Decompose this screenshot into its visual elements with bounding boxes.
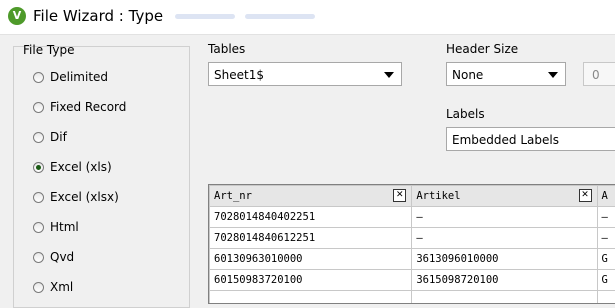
table-cell: – bbox=[597, 228, 615, 249]
table-row: 7028014840402251 – – bbox=[210, 207, 615, 228]
column-header[interactable]: Artikel ✕ bbox=[412, 186, 597, 207]
header-size-number-input[interactable]: 0 bbox=[583, 62, 615, 86]
radio-circle-icon bbox=[33, 102, 44, 113]
radio-circle-icon bbox=[33, 282, 44, 293]
chevron-down-icon bbox=[384, 72, 394, 78]
tables-value: Sheet1$ bbox=[214, 68, 264, 82]
close-icon[interactable]: ✕ bbox=[579, 189, 592, 202]
table-cell: 3615098720100 bbox=[412, 270, 597, 291]
table-cell: 3613096010000 bbox=[412, 249, 597, 270]
radio-circle-icon bbox=[33, 132, 44, 143]
column-header-label: A bbox=[602, 190, 608, 202]
table-cell: G bbox=[597, 249, 615, 270]
radio-label: Excel (xls) bbox=[50, 160, 112, 174]
blurred-tab bbox=[175, 14, 235, 19]
blurred-tab bbox=[245, 14, 315, 19]
table-cell: – bbox=[412, 207, 597, 228]
tables-dropdown[interactable]: Sheet1$ bbox=[208, 62, 402, 86]
radio-label: Dif bbox=[50, 130, 67, 144]
labels-value: Embedded Labels bbox=[452, 133, 559, 147]
chevron-down-icon bbox=[548, 72, 558, 78]
table-cell: 7028014840402251 bbox=[210, 207, 412, 228]
header-size-dropdown[interactable]: None bbox=[446, 62, 566, 86]
labels-dropdown[interactable]: Embedded Labels bbox=[446, 127, 615, 151]
radio-fixed-record[interactable]: Fixed Record bbox=[33, 96, 126, 118]
table-row: 60150983720100 3615098720100 G bbox=[210, 270, 615, 291]
column-header[interactable]: A bbox=[597, 186, 615, 207]
table-cell: 7028014840612251 bbox=[210, 228, 412, 249]
table-cell: – bbox=[597, 207, 615, 228]
file-type-label: File Type bbox=[23, 43, 74, 57]
header-size-value: None bbox=[452, 68, 483, 82]
radio-excel-xls[interactable]: Excel (xls) bbox=[33, 156, 112, 178]
radio-circle-icon bbox=[33, 192, 44, 203]
radio-excel-xlsx[interactable]: Excel (xlsx) bbox=[33, 186, 119, 208]
table-row: 7028014840612251 – – bbox=[210, 228, 615, 249]
column-header-label: Artikel bbox=[416, 190, 460, 202]
radio-qvd[interactable]: Qvd bbox=[33, 246, 74, 268]
radio-label: Qvd bbox=[50, 250, 74, 264]
table-cell bbox=[412, 291, 597, 305]
header-size-number: 0 bbox=[592, 68, 600, 82]
radio-circle-icon bbox=[33, 222, 44, 233]
radio-delimited[interactable]: Delimited bbox=[33, 66, 108, 88]
radio-label: Delimited bbox=[50, 70, 108, 84]
window-title: File Wizard : Type bbox=[33, 7, 163, 25]
column-header-label: Art_nr bbox=[214, 190, 252, 202]
radio-label: Excel (xlsx) bbox=[50, 190, 119, 204]
radio-xml[interactable]: Xml bbox=[33, 276, 73, 298]
table-header-row: Art_nr ✕ Artikel ✕ A bbox=[210, 186, 615, 207]
table-row: 60130963010000 3613096010000 G bbox=[210, 249, 615, 270]
radio-label: Fixed Record bbox=[50, 100, 126, 114]
radio-circle-icon bbox=[33, 252, 44, 263]
table-cell: 60130963010000 bbox=[210, 249, 412, 270]
table-cell: 60150983720100 bbox=[210, 270, 412, 291]
radio-dif[interactable]: Dif bbox=[33, 126, 67, 148]
title-bar: V File Wizard : Type bbox=[0, 0, 615, 35]
radio-label: Html bbox=[50, 220, 79, 234]
table-row bbox=[210, 291, 615, 305]
header-size-label: Header Size bbox=[446, 42, 518, 56]
radio-selected-icon bbox=[33, 162, 44, 173]
qlikview-v-icon: V bbox=[8, 7, 26, 25]
radio-circle-icon bbox=[33, 72, 44, 83]
column-header[interactable]: Art_nr ✕ bbox=[210, 186, 412, 207]
table-cell: – bbox=[412, 228, 597, 249]
radio-html[interactable]: Html bbox=[33, 216, 79, 238]
table-cell: G bbox=[597, 270, 615, 291]
table-cell bbox=[210, 291, 412, 305]
tables-label: Tables bbox=[208, 42, 245, 56]
table-cell bbox=[597, 291, 615, 305]
radio-label: Xml bbox=[50, 280, 73, 294]
labels-label: Labels bbox=[446, 107, 485, 121]
close-icon[interactable]: ✕ bbox=[393, 189, 406, 202]
preview-grid[interactable]: Art_nr ✕ Artikel ✕ A 7028014840402251 – … bbox=[208, 184, 615, 304]
